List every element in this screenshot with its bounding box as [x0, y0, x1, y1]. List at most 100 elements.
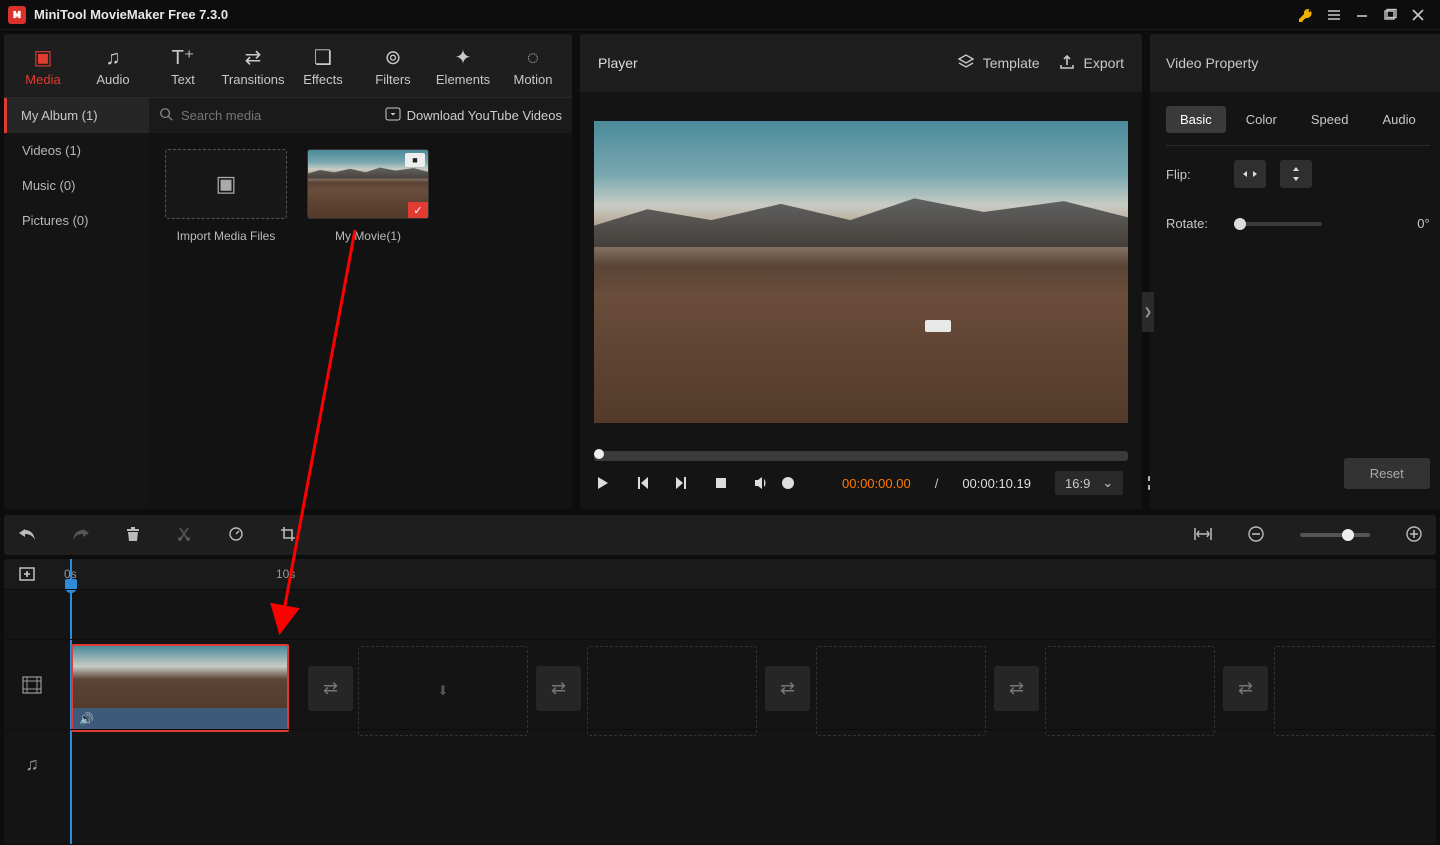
tab-transitions[interactable]: ⇄Transitions — [218, 42, 288, 97]
tab-label: Elements — [436, 72, 490, 87]
close-icon[interactable] — [1404, 1, 1432, 29]
timeline-clip[interactable]: 🔊 — [71, 644, 289, 732]
scrub-bar[interactable] — [594, 451, 1128, 461]
layers-icon — [957, 53, 975, 74]
next-frame-button[interactable] — [674, 475, 690, 491]
maximize-icon[interactable] — [1376, 1, 1404, 29]
tab-text[interactable]: T⁺Text — [148, 42, 218, 97]
app-title: MiniTool MovieMaker Free 7.3.0 — [34, 7, 228, 22]
video-badge-icon: ■ — [405, 153, 425, 167]
aspect-select[interactable]: 16:9 ⌄ — [1055, 471, 1123, 495]
empty-slot[interactable] — [816, 646, 986, 736]
flip-vertical-button[interactable] — [1280, 160, 1312, 188]
sidebar-item-pictures[interactable]: Pictures (0) — [4, 203, 149, 238]
clip-label: My Movie(1) — [335, 229, 401, 243]
tab-label: Media — [25, 72, 60, 87]
check-icon: ✓ — [408, 202, 428, 218]
export-label: Export — [1084, 55, 1124, 71]
download-youtube-button[interactable]: Download YouTube Videos — [385, 107, 562, 124]
add-track-button[interactable] — [18, 565, 36, 586]
download-icon: ⬇ — [438, 683, 449, 699]
prop-tab-speed[interactable]: Speed — [1297, 106, 1363, 133]
sidebar-item-music[interactable]: Music (0) — [4, 168, 149, 203]
license-key-icon[interactable] — [1292, 1, 1320, 29]
album-sidebar: My Album (1) Videos (1) Music (0) Pictur… — [4, 98, 149, 509]
text-icon: T⁺ — [172, 48, 195, 68]
zoom-out-button[interactable] — [1248, 526, 1264, 545]
transition-slot[interactable]: ⇄ — [994, 666, 1039, 711]
transition-slot[interactable]: ⇄ — [1223, 666, 1268, 711]
music-note-icon: ♫ — [106, 48, 121, 68]
volume-icon[interactable] — [752, 474, 770, 492]
prop-tab-color[interactable]: Color — [1232, 106, 1291, 133]
expand-panel-button[interactable]: ❯ — [1142, 292, 1154, 332]
elements-icon: ✦ — [455, 48, 472, 68]
video-track-icon — [4, 676, 60, 694]
fit-timeline-button[interactable] — [1194, 527, 1212, 544]
empty-slot[interactable] — [587, 646, 757, 736]
prop-tab-basic[interactable]: Basic — [1166, 106, 1226, 133]
import-media-button[interactable]: ▣ Import Media Files — [165, 149, 287, 243]
transition-slot[interactable]: ⇄ — [765, 666, 810, 711]
import-label: Import Media Files — [177, 229, 276, 243]
minimize-icon[interactable] — [1348, 1, 1376, 29]
app-logo-icon — [8, 6, 26, 24]
player-panel: Player Template Export — [580, 34, 1142, 509]
prev-frame-button[interactable] — [634, 475, 650, 491]
split-button[interactable] — [176, 526, 192, 545]
rotate-value: 0° — [1417, 216, 1429, 231]
tab-audio[interactable]: ♫ Audio — [78, 42, 148, 97]
timeline-ruler[interactable]: 0s 10s — [4, 559, 1436, 589]
tab-label: Filters — [375, 72, 410, 87]
stop-button[interactable] — [714, 476, 728, 490]
text-track — [4, 589, 1436, 639]
ruler-mark: 10s — [276, 567, 295, 581]
properties-panel: Video Property ❯ Basic Color Speed Audio… — [1150, 34, 1440, 509]
sidebar-item-my-album[interactable]: My Album (1) — [4, 98, 149, 133]
play-button[interactable] — [594, 475, 610, 491]
preview-image — [594, 121, 1128, 423]
empty-slot[interactable]: ⬇ — [358, 646, 528, 736]
time-sep: / — [935, 476, 939, 491]
prop-tab-audio[interactable]: Audio — [1368, 106, 1429, 133]
folder-icon: ▣ — [34, 48, 53, 68]
aspect-value: 16:9 — [1065, 476, 1090, 491]
properties-title: Video Property — [1150, 34, 1440, 92]
tab-effects[interactable]: ❏Effects — [288, 42, 358, 97]
reset-button[interactable]: Reset — [1344, 458, 1430, 489]
zoom-slider[interactable] — [1300, 533, 1370, 537]
export-button[interactable]: Export — [1058, 53, 1124, 74]
audio-track-lane[interactable] — [60, 730, 1436, 799]
tab-media[interactable]: ▣ Media — [8, 42, 78, 97]
delete-button[interactable] — [126, 526, 140, 545]
audio-track: ♫ — [4, 729, 1436, 799]
search-icon — [159, 107, 173, 124]
zoom-in-button[interactable] — [1406, 526, 1422, 545]
download-label: Download YouTube Videos — [407, 108, 562, 123]
transition-slot[interactable]: ⇄ — [536, 666, 581, 711]
transition-slot[interactable]: ⇄ — [308, 666, 353, 711]
template-label: Template — [983, 55, 1040, 71]
tab-filters[interactable]: ⊚Filters — [358, 42, 428, 97]
empty-slot[interactable] — [1274, 646, 1436, 736]
tab-label: Audio — [96, 72, 129, 87]
flip-horizontal-button[interactable] — [1234, 160, 1266, 188]
media-clip[interactable]: ■ ✓ My Movie(1) — [307, 149, 429, 243]
tab-label: Motion — [513, 72, 552, 87]
tab-motion[interactable]: ◌Motion — [498, 42, 568, 97]
search-input[interactable] — [181, 108, 377, 123]
tab-elements[interactable]: ✦ Elements — [428, 42, 498, 97]
crop-button[interactable] — [280, 526, 296, 545]
video-track-lane[interactable]: 🔊 ⇄ ⬇ ⇄ ⇄ ⇄ ⇄ — [60, 640, 1436, 729]
speed-button[interactable] — [228, 526, 244, 545]
undo-button[interactable] — [18, 526, 36, 545]
sidebar-item-videos[interactable]: Videos (1) — [4, 133, 149, 168]
template-button[interactable]: Template — [957, 53, 1040, 74]
download-icon — [385, 107, 401, 124]
chevron-down-icon: ⌄ — [1102, 475, 1113, 491]
rotate-slider[interactable] — [1234, 222, 1322, 226]
redo-button[interactable] — [72, 526, 90, 545]
empty-slot[interactable] — [1045, 646, 1215, 736]
menu-icon[interactable] — [1320, 1, 1348, 29]
timeline: 0s 10s 🔊 ⇄ ⬇ ⇄ ⇄ ⇄ ⇄ ♫ — [4, 559, 1436, 844]
